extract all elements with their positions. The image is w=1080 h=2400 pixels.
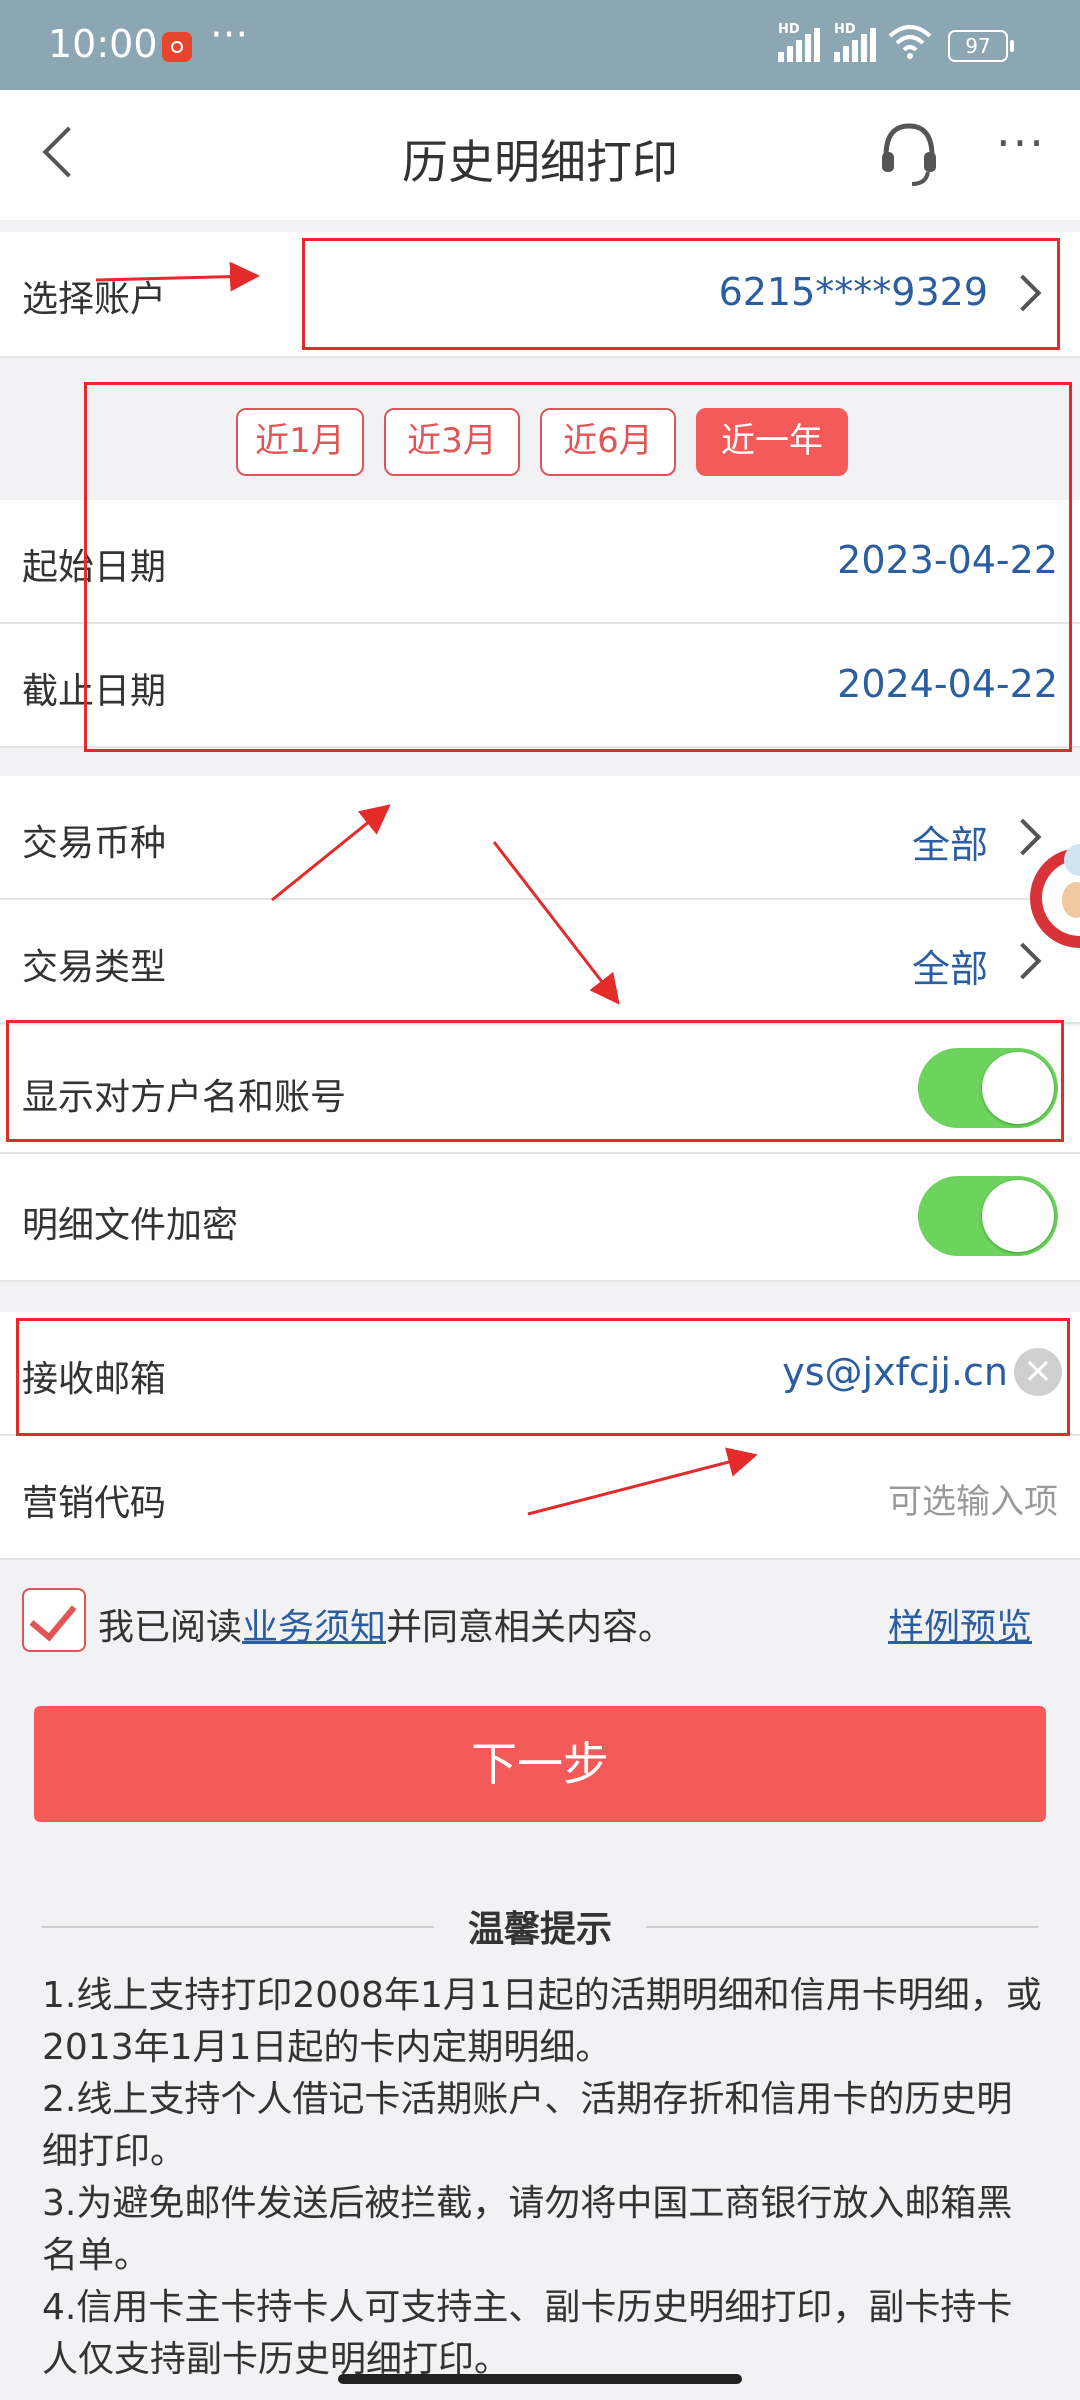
battery-icon: 97 bbox=[948, 30, 1014, 62]
agreement-prefix: 我已阅读 bbox=[98, 1607, 243, 1648]
range-chip-3m[interactable]: 近3月 bbox=[384, 408, 520, 476]
tip-item: 1.线上支持打印2008年1月1日起的活期明细和信用卡明细，或2013年1月1日… bbox=[42, 1975, 1042, 2068]
next-button[interactable]: 下一步 bbox=[34, 1706, 1046, 1822]
toggle-knob bbox=[982, 1180, 1054, 1252]
txn-type-label: 交易类型 bbox=[22, 947, 167, 988]
assistant-mascot-icon[interactable] bbox=[1026, 820, 1080, 970]
email-input[interactable]: ys@jxfcjj.cn bbox=[782, 1350, 1008, 1394]
home-indicator[interactable] bbox=[338, 2374, 742, 2384]
tip-item: 3.为避免邮件发送后被拦截，请勿将中国工商银行放入邮箱黑名单。 bbox=[42, 2183, 1013, 2276]
start-date-label: 起始日期 bbox=[22, 547, 167, 588]
account-value: 6215****9329 bbox=[718, 270, 988, 314]
account-row[interactable]: 选择账户 6215****9329 bbox=[0, 232, 1080, 358]
tip-item: 4.信用卡主卡持卡人可支持主、副卡历史明细打印，副卡持卡人仅支持副卡历史明细打印… bbox=[42, 2287, 1013, 2380]
customer-service-icon[interactable] bbox=[880, 120, 938, 190]
more-notifications-icon: ··· bbox=[210, 12, 249, 58]
more-icon[interactable]: ··· bbox=[996, 116, 1046, 170]
txn-type-row[interactable]: 交易类型 全部 bbox=[0, 900, 1080, 1024]
end-date-label: 截止日期 bbox=[22, 671, 167, 712]
notification-app-icon bbox=[162, 32, 192, 62]
toggle-knob bbox=[982, 1052, 1054, 1124]
end-date-row[interactable]: 截止日期 2024-04-22 bbox=[0, 624, 1080, 748]
start-date-value: 2023-04-22 bbox=[837, 538, 1058, 582]
end-date-value: 2024-04-22 bbox=[837, 662, 1058, 706]
range-chip-6m[interactable]: 近6月 bbox=[540, 408, 676, 476]
agreement-text: 我已阅读业务须知并同意相关内容。 bbox=[98, 1598, 674, 1650]
sample-preview-link[interactable]: 样例预览 bbox=[888, 1598, 1032, 1650]
chevron-right-icon bbox=[1004, 274, 1042, 312]
wifi-icon bbox=[888, 24, 932, 69]
email-label: 接收邮箱 bbox=[22, 1359, 167, 1400]
encrypt-label: 明细文件加密 bbox=[22, 1205, 239, 1246]
status-bar: 10:00 ··· HD HD 97 bbox=[0, 0, 1080, 90]
clear-icon[interactable]: × bbox=[1014, 1348, 1062, 1396]
status-time: 10:00 bbox=[48, 22, 158, 66]
txn-type-value: 全部 bbox=[911, 947, 988, 991]
business-notice-link[interactable]: 业务须知 bbox=[242, 1607, 386, 1648]
nav-header: 历史明细打印 ··· bbox=[0, 90, 1080, 220]
agreement-row: 我已阅读业务须知并同意相关内容。 样例预览 bbox=[0, 1568, 1080, 1678]
show-counterparty-label: 显示对方户名和账号 bbox=[22, 1077, 347, 1118]
show-counterparty-toggle[interactable] bbox=[918, 1048, 1058, 1128]
promo-row[interactable]: 营销代码 可选输入项 bbox=[0, 1436, 1080, 1560]
signal-2-icon: HD bbox=[834, 22, 876, 62]
tips-title: 温馨提示 bbox=[467, 1909, 612, 1950]
range-chip-1y[interactable]: 近一年 bbox=[696, 408, 848, 476]
tips-list: 1.线上支持打印2008年1月1日起的活期明细和信用卡明细，或2013年1月1日… bbox=[42, 1970, 1042, 2386]
currency-value: 全部 bbox=[911, 823, 988, 867]
account-label: 选择账户 bbox=[22, 279, 167, 320]
email-row[interactable]: 接收邮箱 ys@jxfcjj.cn × bbox=[0, 1312, 1080, 1436]
agreement-suffix: 并同意相关内容。 bbox=[386, 1607, 675, 1648]
currency-label: 交易币种 bbox=[22, 823, 167, 864]
show-counterparty-row: 显示对方户名和账号 bbox=[0, 1026, 1080, 1154]
promo-input[interactable]: 可选输入项 bbox=[888, 1474, 1058, 1523]
signal-icon: HD bbox=[778, 22, 820, 62]
agree-checkbox[interactable] bbox=[22, 1588, 86, 1652]
currency-row[interactable]: 交易币种 全部 bbox=[0, 776, 1080, 900]
encrypt-row: 明细文件加密 bbox=[0, 1154, 1080, 1282]
start-date-row[interactable]: 起始日期 2023-04-22 bbox=[0, 500, 1080, 624]
range-chip-1m[interactable]: 近1月 bbox=[236, 408, 364, 476]
promo-label: 营销代码 bbox=[22, 1483, 167, 1524]
tip-item: 2.线上支持个人借记卡活期账户、活期存折和信用卡的历史明细打印。 bbox=[42, 2079, 1013, 2172]
encrypt-toggle[interactable] bbox=[918, 1176, 1058, 1256]
